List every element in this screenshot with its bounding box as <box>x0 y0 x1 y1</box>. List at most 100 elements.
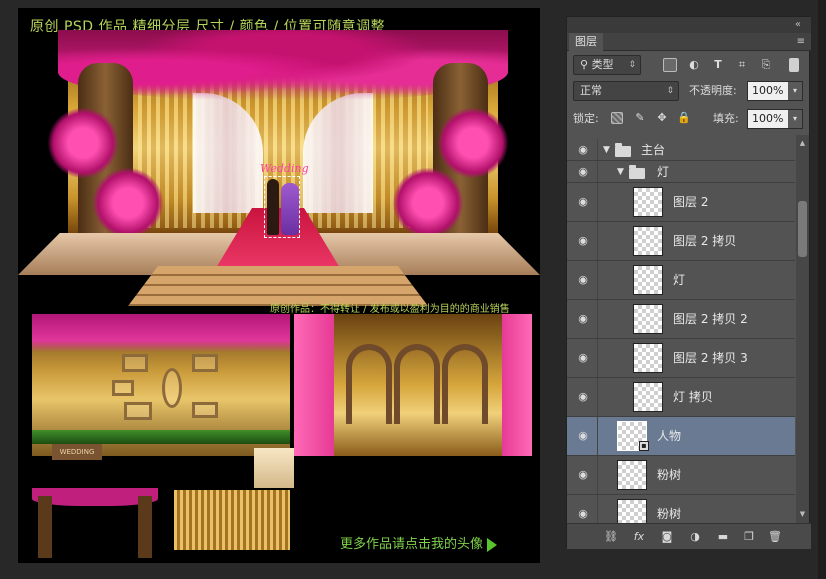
chevron-down-icon[interactable]: ▼ <box>603 145 611 155</box>
flower-bush-left <box>48 108 118 178</box>
layer-row[interactable]: ◉ 粉树 <box>567 495 795 523</box>
chevron-down-icon[interactable]: ▼ <box>617 167 625 177</box>
photo-frame <box>192 354 218 372</box>
panel-title-bar[interactable]: « <box>567 17 811 33</box>
filter-toggle[interactable] <box>789 58 799 72</box>
shape-filter-icon[interactable]: ⌗ <box>735 58 749 72</box>
smart-object-filter-icon[interactable]: ⎘ <box>759 58 773 72</box>
couple-transform-box[interactable] <box>264 176 300 238</box>
fill-label: 填充: <box>713 112 739 125</box>
arrow-right-icon <box>487 537 498 552</box>
panel-tab-bar: 图层 ≡ <box>567 33 811 51</box>
flower-bush-right-low <box>393 168 463 238</box>
more-works-link[interactable]: 更多作品请点击我的头像 <box>340 533 498 552</box>
grass-strip <box>32 430 290 444</box>
opacity-value: 100% <box>752 84 784 97</box>
eye-icon[interactable]: ◉ <box>575 311 591 327</box>
divider <box>597 378 598 416</box>
pink-curtain-right <box>502 314 532 456</box>
eye-icon[interactable]: ◉ <box>575 467 591 483</box>
layer-name: 粉树 <box>657 468 682 482</box>
eye-icon[interactable]: ◉ <box>575 506 591 522</box>
divider <box>597 161 598 182</box>
wood-sign: WEDDING <box>52 444 102 460</box>
opacity-field[interactable]: 100% ▾ <box>747 81 803 101</box>
document-canvas[interactable]: 原创 PSD 作品 精细分层 尺寸 / 颜色 / 位置可随意调整 Wedding… <box>18 8 540 563</box>
chevron-down-icon[interactable]: ▾ <box>788 110 802 128</box>
divider <box>597 417 598 455</box>
preview-gold-curtain <box>174 490 290 550</box>
preview-tree-frame <box>32 488 158 558</box>
dessert-table <box>254 448 294 488</box>
layer-name: 图层 2 拷贝 3 <box>673 351 748 365</box>
panel-footer: ⛓ fx ◙ ◑ ▬ ❐ 🗑 <box>567 523 811 549</box>
layer-list-scrollbar[interactable]: ▲ ▼ <box>796 135 809 523</box>
eye-icon[interactable]: ◉ <box>575 350 591 366</box>
tab-layers[interactable]: 图层 <box>569 33 603 51</box>
layer-thumbnail <box>633 382 663 412</box>
scroll-down-icon[interactable]: ▼ <box>798 510 807 519</box>
collapse-icon[interactable]: « <box>795 19 801 30</box>
layer-row[interactable]: ◉ 粉树 <box>567 456 795 495</box>
blend-mode-select[interactable]: 正常 ⇕ <box>573 81 679 101</box>
adjustment-filter-icon[interactable]: ◐ <box>687 58 701 72</box>
new-group-icon[interactable]: ▬ <box>715 529 731 545</box>
layer-group-lights[interactable]: ◉ ▼ 灯 <box>567 161 795 183</box>
add-mask-icon[interactable]: ◙ <box>659 529 675 545</box>
layer-thumbnail <box>633 343 663 373</box>
eye-icon[interactable]: ◉ <box>575 428 591 444</box>
blend-mode-label: 正常 <box>580 84 602 97</box>
lock-pixels-icon[interactable]: ✎ <box>633 111 647 125</box>
image-filter-icon[interactable] <box>663 58 677 72</box>
preview-forest-stage <box>32 314 290 456</box>
filter-kind-select[interactable]: ⚲ 类型 ⇕ <box>573 55 641 75</box>
layer-group-main-stage[interactable]: ◉ ▼ 主台 <box>567 139 795 161</box>
chevron-updown-icon: ⇕ <box>628 60 636 70</box>
opacity-label: 不透明度: <box>689 84 737 97</box>
divider <box>597 261 598 299</box>
lock-position-icon[interactable]: ✥ <box>655 111 669 125</box>
layer-name: 图层 2 拷贝 2 <box>673 312 748 326</box>
screen: 原创 PSD 作品 精细分层 尺寸 / 颜色 / 位置可随意调整 Wedding… <box>0 0 826 579</box>
layer-row[interactable]: ◉ 图层 2 <box>567 183 795 222</box>
eye-icon[interactable]: ◉ <box>575 389 591 405</box>
adjustment-layer-icon[interactable]: ◑ <box>687 529 703 545</box>
link-icon[interactable]: ⛓ <box>603 529 619 545</box>
fill-field[interactable]: 100% ▾ <box>747 109 803 129</box>
trash-icon[interactable]: 🗑 <box>767 529 783 545</box>
wedding-sign: Wedding <box>260 162 309 175</box>
layer-row[interactable]: ◉ 灯 <box>567 261 795 300</box>
layer-row[interactable]: ◉ 图层 2 拷贝 <box>567 222 795 261</box>
layer-list[interactable]: ◉ ▼ 主台 ◉ ▼ 灯 ◉ 图层 2 ◉ 图层 2 拷贝 ◉ 灯 ◉ 图层 2… <box>567 135 795 523</box>
layer-row[interactable]: ◉ 图层 2 拷贝 3 <box>567 339 795 378</box>
layer-name: 粉树 <box>657 507 682 521</box>
new-layer-icon[interactable]: ❐ <box>741 529 757 545</box>
eye-icon[interactable]: ◉ <box>575 142 591 158</box>
lock-transparency-icon[interactable] <box>611 112 623 124</box>
layer-row[interactable]: ◉ 灯 拷贝 <box>567 378 795 417</box>
more-works-label: 更多作品请点击我的头像 <box>340 537 484 552</box>
eye-icon[interactable]: ◉ <box>575 272 591 288</box>
eye-icon[interactable]: ◉ <box>575 233 591 249</box>
layer-name: 图层 2 <box>673 195 709 209</box>
layer-row-selected[interactable]: ◉ ▪ 人物 <box>567 417 795 456</box>
smart-object-icon: ▪ <box>639 441 649 451</box>
layer-name: 主台 <box>641 143 666 157</box>
search-icon: ⚲ <box>580 58 589 71</box>
gothic-arch <box>394 344 440 424</box>
chevron-down-icon[interactable]: ▾ <box>788 82 802 100</box>
lock-all-icon[interactable]: 🔒 <box>677 111 691 125</box>
copyright-notice: 原创作品：不得转让 / 发布或以盈利为目的的商业销售 <box>270 304 510 315</box>
photo-frame <box>112 380 134 396</box>
photo-frame <box>192 402 218 418</box>
scroll-up-icon[interactable]: ▲ <box>798 139 807 148</box>
type-filter-icon[interactable]: T <box>711 58 725 72</box>
scroll-thumb[interactable] <box>798 201 807 257</box>
layer-row[interactable]: ◉ 图层 2 拷贝 2 <box>567 300 795 339</box>
eye-icon[interactable]: ◉ <box>575 194 591 210</box>
fx-icon[interactable]: fx <box>631 529 647 545</box>
layer-thumbnail <box>617 460 647 490</box>
folder-icon <box>615 143 631 157</box>
panel-menu-icon[interactable]: ≡ <box>797 36 805 47</box>
eye-icon[interactable]: ◉ <box>575 164 591 180</box>
